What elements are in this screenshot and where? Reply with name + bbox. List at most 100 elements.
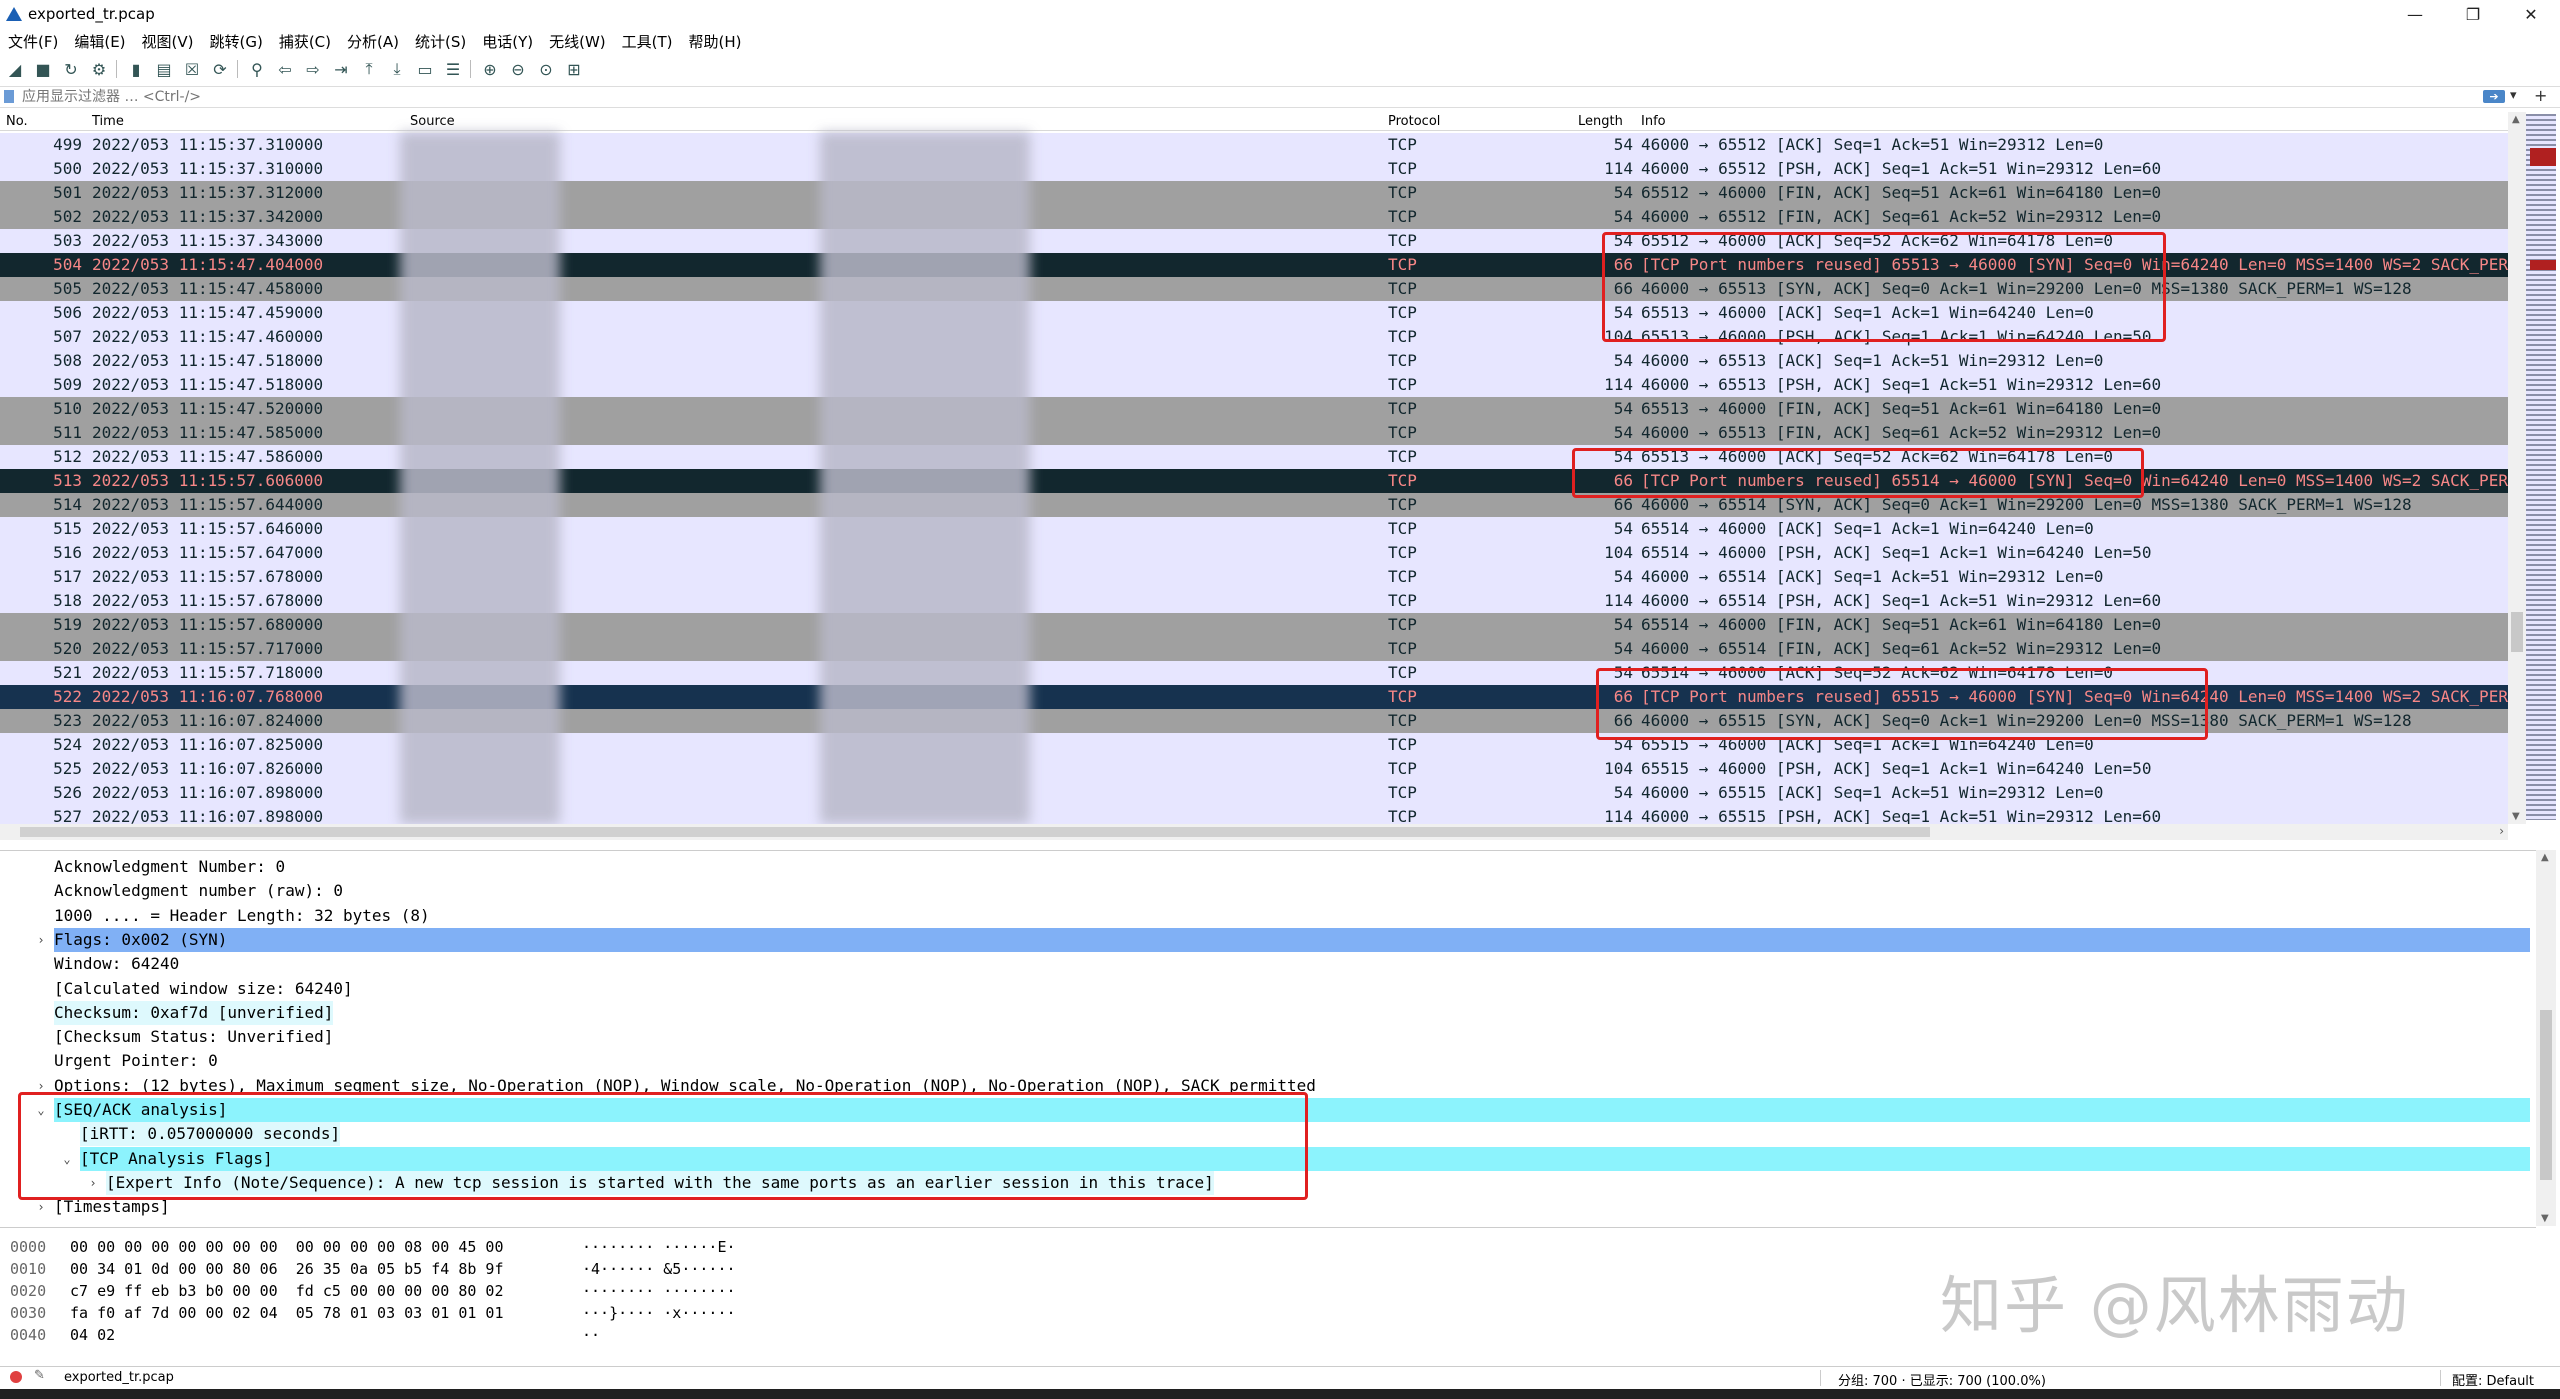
packet-row[interactable]: 526 2022/053 11:16:07.898000 TCP 54 46000 → …	[0, 781, 2508, 805]
menu-item-4[interactable]: 捕获(C)	[279, 31, 331, 52]
status-profile[interactable]: 配置: Default	[2452, 1370, 2534, 1389]
packet-list-vertical-scrollbar[interactable]: ▲ ▼	[2508, 112, 2526, 824]
go-last-packet-icon[interactable]: ⤓	[387, 59, 407, 79]
column-header-source[interactable]: Source	[410, 114, 455, 129]
packet-cell-proto: TCP	[1388, 255, 1417, 274]
packet-row[interactable]: 520 2022/053 11:15:57.717000 TCP 54 46000 → …	[0, 637, 2508, 661]
menu-item-0[interactable]: 文件(F)	[8, 31, 58, 52]
menu-item-8[interactable]: 无线(W)	[549, 31, 606, 52]
detail-row[interactable]: Window: 64240	[0, 952, 2536, 976]
go-first-packet-icon[interactable]: ⤒	[359, 59, 379, 79]
auto-scroll-icon[interactable]: ▭	[415, 59, 435, 79]
zoom-normal-icon[interactable]: ⊙	[536, 59, 556, 79]
packet-row[interactable]: 516 2022/053 11:15:57.647000 TCP 104 65514 →…	[0, 541, 2508, 565]
packet-cell-proto: TCP	[1388, 783, 1417, 802]
zoom-in-icon[interactable]: ⊕	[480, 59, 500, 79]
bytes-row[interactable]: 0020 c7 e9 ff eb b3 b0 00 00 fd c5 00 00 …	[0, 1280, 900, 1302]
packet-row[interactable]: 508 2022/053 11:15:47.518000 TCP 54 46000 → …	[0, 349, 2508, 373]
detail-row[interactable]: Checksum: 0xaf7d [unverified]	[0, 1000, 2536, 1025]
display-filter-input[interactable]	[18, 87, 2486, 107]
packet-row[interactable]: 501 2022/053 11:15:37.312000 TCP 54 65512 → …	[0, 181, 2508, 205]
go-to-packet-icon[interactable]: ⇥	[331, 59, 351, 79]
packet-row[interactable]: 515 2022/053 11:15:57.646000 TCP 54 65514 → …	[0, 517, 2508, 541]
detail-row[interactable]: 1000 .... = Header Length: 32 bytes (8)	[0, 904, 2536, 928]
menu-item-7[interactable]: 电话(Y)	[482, 31, 533, 52]
maximize-button[interactable]: ❐	[2444, 0, 2502, 28]
column-header-time[interactable]: Time	[92, 114, 124, 129]
column-header-no[interactable]: No.	[6, 114, 28, 129]
scroll-up-arrow-icon[interactable]: ▲	[2541, 852, 2549, 863]
go-back-icon[interactable]: ⇦	[275, 59, 295, 79]
close-button[interactable]: ✕	[2502, 0, 2560, 28]
start-capture-fin-icon[interactable]: ◢	[5, 59, 25, 79]
colorize-icon[interactable]: ☰	[443, 59, 463, 79]
bytes-row[interactable]: 0030 fa f0 af 7d 00 00 02 04 05 78 01 03 …	[0, 1302, 900, 1324]
bytes-row[interactable]: 0010 00 34 01 0d 00 00 80 06 26 35 0a 05 …	[0, 1258, 900, 1280]
filter-dropdown-icon[interactable]: ▾	[2510, 88, 2517, 103]
packet-row[interactable]: 519 2022/053 11:15:57.680000 TCP 54 65514 → …	[0, 613, 2508, 637]
scroll-down-arrow-icon[interactable]: ▼	[2512, 811, 2520, 822]
detail-row[interactable]: Acknowledgment Number: 0	[0, 855, 2536, 879]
detail-row[interactable]: [Calculated window size: 64240]	[0, 977, 2536, 1001]
bytes-row[interactable]: 0040 04 02 ··	[0, 1324, 900, 1346]
packet-row[interactable]: 511 2022/053 11:15:47.585000 TCP 54 46000 → …	[0, 421, 2508, 445]
packet-row[interactable]: 499 2022/053 11:15:37.310000 TCP 54 46000 → …	[0, 133, 2508, 157]
packet-row[interactable]: 518 2022/053 11:15:57.678000 TCP 114 46000 →…	[0, 589, 2508, 613]
save-file-icon[interactable]: ▤	[154, 59, 174, 79]
filter-bookmark-icon[interactable]	[4, 90, 14, 103]
menu-item-10[interactable]: 帮助(H)	[689, 31, 742, 52]
detail-row[interactable]: [Checksum Status: Unverified]	[0, 1025, 2536, 1049]
apply-filter-arrow-icon[interactable]: ➔	[2483, 90, 2505, 103]
scroll-right-arrow-icon[interactable]: ›	[2499, 824, 2504, 838]
capture-options-gear-icon[interactable]: ⚙	[89, 59, 109, 79]
column-header-length[interactable]: Length	[1578, 114, 1623, 129]
detail-row[interactable]: Acknowledgment number (raw): 0	[0, 879, 2536, 903]
zoom-out-icon[interactable]: ⊖	[508, 59, 528, 79]
expand-chevron-icon[interactable]: ›	[34, 928, 48, 952]
packet-row[interactable]: 527 2022/053 11:16:07.898000 TCP 114 46000 →…	[0, 805, 2508, 824]
restart-capture-icon[interactable]: ↻	[61, 59, 81, 79]
packet-cell-no: 508	[53, 351, 82, 370]
close-file-icon[interactable]: ☒	[182, 59, 202, 79]
go-forward-icon[interactable]: ⇨	[303, 59, 323, 79]
packet-list-horizontal-scrollbar[interactable]: ›	[0, 824, 2508, 840]
details-vertical-scrollbar[interactable]: ▲ ▼	[2536, 850, 2556, 1226]
packet-row[interactable]: 517 2022/053 11:15:57.678000 TCP 54 46000 → …	[0, 565, 2508, 589]
reload-file-icon[interactable]: ⟳	[210, 59, 230, 79]
edit-comment-pencil-icon[interactable]: ✎	[34, 1368, 45, 1383]
menu-item-2[interactable]: 视图(V)	[142, 31, 194, 52]
minimize-button[interactable]: —	[2386, 0, 2444, 28]
open-file-icon[interactable]: ▮	[126, 59, 146, 79]
packet-minimap[interactable]	[2526, 114, 2556, 820]
minimap-marker	[2530, 260, 2556, 270]
menu-item-9[interactable]: 工具(T)	[622, 31, 673, 52]
detail-row[interactable]: › Flags: 0x002 (SYN)	[0, 927, 2536, 952]
menu-item-6[interactable]: 统计(S)	[415, 31, 466, 52]
stop-capture-icon[interactable]: ■	[33, 59, 53, 79]
packet-row[interactable]: 510 2022/053 11:15:47.520000 TCP 54 65513 → …	[0, 397, 2508, 421]
menu-item-5[interactable]: 分析(A)	[347, 31, 399, 52]
packet-cell-no: 503	[53, 231, 82, 250]
resize-columns-icon[interactable]: ⊞	[564, 59, 584, 79]
column-header-info[interactable]: Info	[1641, 114, 1666, 129]
packet-cell-len: 54	[1613, 615, 1633, 634]
horizontal-scrollbar-thumb[interactable]	[20, 827, 1930, 837]
packet-row[interactable]: 509 2022/053 11:15:47.518000 TCP 114 46000 →…	[0, 373, 2508, 397]
packet-cell-time: 2022/053 11:15:47.459000	[92, 303, 324, 322]
detail-row[interactable]: Urgent Pointer: 0	[0, 1049, 2536, 1073]
scroll-up-arrow-icon[interactable]: ▲	[2512, 114, 2520, 125]
column-header-protocol[interactable]: Protocol	[1388, 114, 1440, 129]
expert-info-status-icon[interactable]	[10, 1371, 22, 1383]
add-filter-button-plus-icon[interactable]: +	[2534, 86, 2547, 105]
menu-item-3[interactable]: 跳转(G)	[210, 31, 263, 52]
bytes-row[interactable]: 0000 00 00 00 00 00 00 00 00 00 00 00 00 …	[0, 1236, 900, 1258]
packet-row[interactable]: 500 2022/053 11:15:37.310000 TCP 114 46000 →…	[0, 157, 2508, 181]
scroll-down-arrow-icon[interactable]: ▼	[2541, 1213, 2549, 1224]
menu-item-1[interactable]: 编辑(E)	[74, 31, 125, 52]
packet-row[interactable]: 525 2022/053 11:16:07.826000 TCP 104 65515 →…	[0, 757, 2508, 781]
scrollbar-thumb[interactable]	[2540, 1010, 2552, 1180]
scrollbar-thumb[interactable]	[2511, 612, 2523, 652]
packet-row[interactable]: 502 2022/053 11:15:37.342000 TCP 54 46000 → …	[0, 205, 2508, 229]
find-packet-icon[interactable]: ⚲	[247, 59, 267, 79]
packet-cell-len: 54	[1613, 207, 1633, 226]
